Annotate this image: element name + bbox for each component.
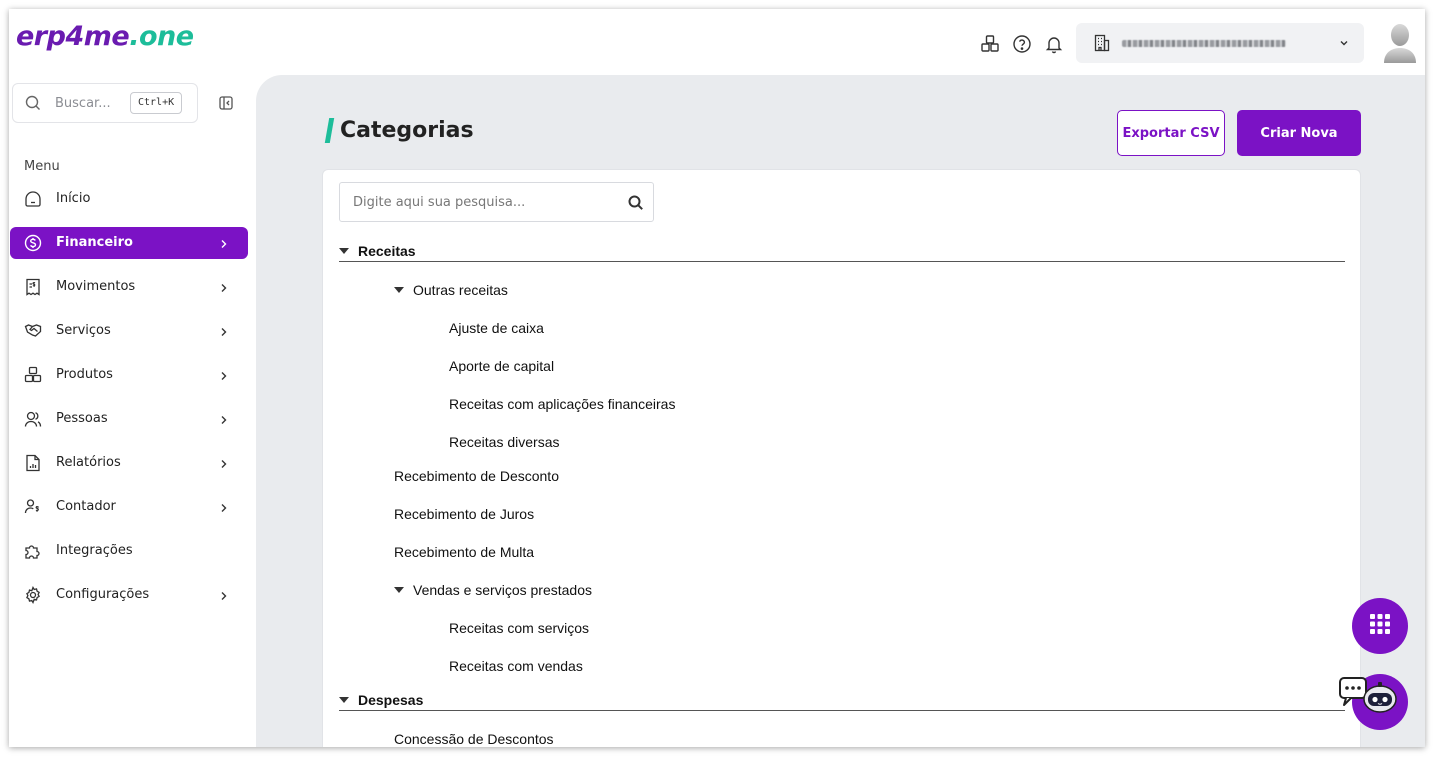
apps-grid-button[interactable]	[1352, 598, 1408, 654]
caret-down-icon	[394, 287, 404, 293]
sidebar-item-label: Serviços	[56, 323, 111, 338]
bell-icon[interactable]	[1043, 33, 1065, 55]
caret-down-icon	[339, 697, 349, 703]
search-icon[interactable]	[628, 195, 644, 216]
sidebar-item-label: Contador	[56, 499, 116, 514]
logo-part-2: .one	[129, 21, 194, 52]
gear-icon	[24, 586, 42, 604]
tree-item[interactable]: Concessão de Descontos	[394, 731, 554, 747]
divider	[339, 710, 1345, 711]
tree-item[interactable]: Ajuste de caixa	[449, 320, 544, 336]
menu-section-title: Menu	[24, 159, 60, 174]
tree-label: Despesas	[358, 692, 424, 708]
caret-down-icon	[339, 248, 349, 254]
tree-item[interactable]: Recebimento de Juros	[394, 506, 534, 522]
tree-label: Vendas e serviços prestados	[413, 582, 592, 598]
sidebar-item-label: Início	[56, 191, 91, 206]
top-bar: erp4me.one	[9, 9, 1425, 75]
receipt-icon	[24, 278, 42, 296]
tree-item-vendas-servicos[interactable]: Vendas e serviços prestados	[394, 582, 592, 598]
categories-card: Digite aqui sua pesquisa... Receitas Out…	[322, 169, 1361, 747]
sidebar-item-movimentos[interactable]: Movimentos	[10, 271, 248, 303]
chevron-right-icon	[219, 501, 229, 513]
home-icon	[24, 190, 42, 208]
title-accent-bar	[324, 118, 335, 143]
report-icon	[24, 454, 42, 472]
logo[interactable]: erp4me.one	[16, 21, 194, 52]
sidebar-search-input[interactable]: Buscar... Ctrl+K	[12, 83, 198, 123]
caret-down-icon	[394, 587, 404, 593]
puzzle-icon	[24, 542, 42, 560]
search-placeholder: Digite aqui sua pesquisa...	[353, 195, 526, 210]
chatbot-icon	[1338, 672, 1408, 727]
tree-group-receitas[interactable]: Receitas	[339, 243, 416, 259]
avatar[interactable]	[1382, 21, 1418, 63]
tree-group-despesas[interactable]: Despesas	[339, 692, 423, 708]
chevron-right-icon	[219, 281, 229, 293]
main-content: Categorias Exportar CSV Criar Nova Digit…	[256, 75, 1425, 747]
logo-part-1: erp4me	[16, 21, 130, 52]
export-csv-button[interactable]: Exportar CSV	[1117, 110, 1225, 156]
sidebar-item-produtos[interactable]: Produtos	[10, 359, 248, 391]
sidebar-item-label: Produtos	[56, 367, 113, 382]
chatbot-button[interactable]	[1339, 674, 1408, 730]
tree-item[interactable]: Recebimento de Multa	[394, 544, 534, 560]
tree-item[interactable]: Receitas diversas	[449, 434, 560, 450]
chevron-right-icon	[219, 325, 229, 337]
sidebar-item-label: Movimentos	[56, 279, 136, 294]
app-window: erp4me.one Buscar... Ctrl+K Menu Início …	[9, 9, 1425, 747]
search-icon	[25, 95, 41, 116]
chevron-right-icon	[219, 237, 229, 249]
create-new-button[interactable]: Criar Nova	[1237, 110, 1361, 156]
sidebar-item-servicos[interactable]: Serviços	[10, 315, 248, 347]
tree-label: Receitas	[358, 243, 416, 259]
keyboard-shortcut-badge: Ctrl+K	[130, 92, 183, 114]
sidebar-item-label: Relatórios	[56, 455, 121, 470]
search-placeholder: Buscar...	[55, 96, 111, 111]
divider	[339, 261, 1345, 262]
tree-item[interactable]: Receitas com aplicações financeiras	[449, 396, 675, 412]
tree-item[interactable]: Aporte de capital	[449, 358, 554, 374]
sidebar-item-contador[interactable]: Contador	[10, 491, 248, 523]
building-icon	[1094, 34, 1110, 57]
sidebar-collapse-icon[interactable]	[218, 95, 234, 111]
company-name-redacted	[1122, 40, 1286, 47]
tree-label: Outras receitas	[413, 282, 508, 298]
sidebar: Buscar... Ctrl+K Menu Início Financeiro …	[9, 75, 256, 747]
sidebar-item-inicio[interactable]: Início	[10, 183, 248, 215]
cubes-icon	[24, 366, 42, 384]
chevron-down-icon	[1338, 36, 1350, 54]
dollar-circle-icon	[24, 234, 42, 252]
chevron-right-icon	[219, 457, 229, 469]
sidebar-item-label: Configurações	[56, 587, 150, 602]
sidebar-item-label: Integrações	[56, 543, 133, 558]
sidebar-item-pessoas[interactable]: Pessoas	[10, 403, 248, 435]
tree-item-outras-receitas[interactable]: Outras receitas	[394, 282, 508, 298]
accountant-icon	[24, 498, 42, 516]
cubes-icon[interactable]	[979, 33, 1001, 55]
chevron-right-icon	[219, 589, 229, 601]
sidebar-item-label: Financeiro	[56, 235, 133, 250]
tree-item[interactable]: Receitas com serviços	[449, 620, 589, 636]
apps-grid-icon	[1369, 613, 1391, 640]
chevron-right-icon	[219, 413, 229, 425]
chevron-right-icon	[219, 369, 229, 381]
company-select[interactable]	[1076, 23, 1364, 63]
people-icon	[24, 410, 42, 428]
page-title: Categorias	[340, 118, 474, 143]
sidebar-item-integracoes[interactable]: Integrações	[10, 535, 248, 567]
tree-item[interactable]: Recebimento de Desconto	[394, 468, 559, 484]
sidebar-item-configuracoes[interactable]: Configurações	[10, 579, 248, 611]
sidebar-item-financeiro[interactable]: Financeiro	[10, 227, 248, 259]
tree-item[interactable]: Receitas com vendas	[449, 658, 583, 674]
sidebar-item-label: Pessoas	[56, 411, 108, 426]
help-icon[interactable]	[1011, 33, 1033, 55]
sidebar-item-relatorios[interactable]: Relatórios	[10, 447, 248, 479]
handshake-icon	[24, 322, 42, 340]
category-search-input[interactable]: Digite aqui sua pesquisa...	[339, 182, 654, 222]
